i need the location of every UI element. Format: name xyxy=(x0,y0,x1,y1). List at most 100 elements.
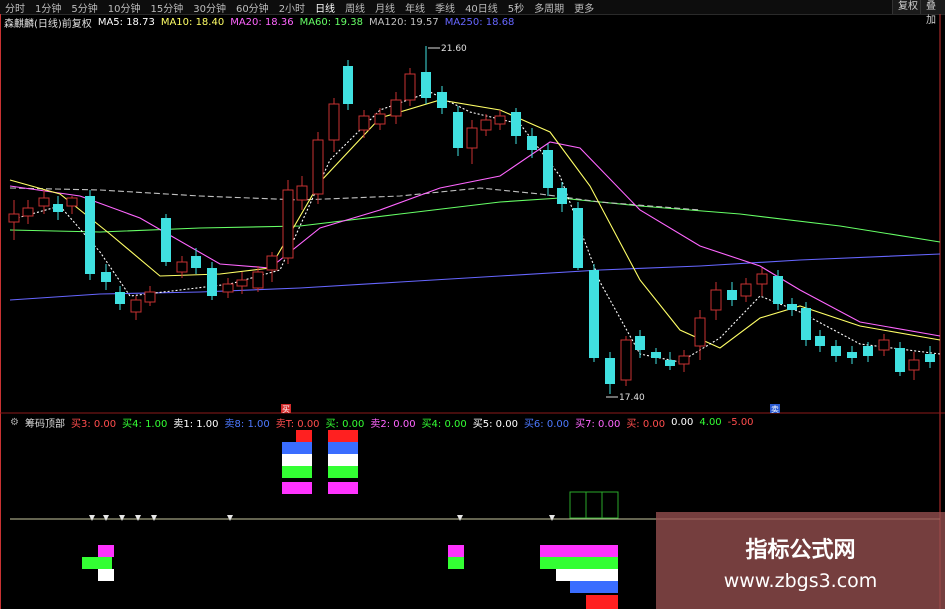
candle-body xyxy=(801,308,811,340)
signal-marker xyxy=(135,515,141,521)
candle-body xyxy=(787,304,797,310)
indicator-value-8: 买5: 0.00 xyxy=(472,418,518,430)
signal-marker xyxy=(151,515,157,521)
indicator-block-green xyxy=(82,557,112,569)
candle-body xyxy=(176,261,188,273)
indicator-block-red xyxy=(586,595,618,609)
watermark: 指标公式网 www.zbgs3.com xyxy=(656,512,945,609)
candle-body xyxy=(895,348,905,372)
watermark-title: 指标公式网 xyxy=(745,538,856,563)
indicator-block-magenta xyxy=(448,545,464,557)
candle-body xyxy=(527,136,537,150)
candle-body xyxy=(773,276,783,304)
candle-body xyxy=(266,255,278,271)
candle-body xyxy=(678,355,690,365)
candle-body xyxy=(207,268,217,296)
signal-marker xyxy=(227,515,233,521)
signal-marker xyxy=(89,515,95,521)
candle-body xyxy=(925,354,935,362)
indicator-value-10: 买7: 0.00 xyxy=(575,418,621,430)
candle-body xyxy=(312,139,324,195)
candle-body xyxy=(296,185,308,201)
indicator-block-magenta xyxy=(98,545,114,557)
indicator-block-green xyxy=(328,466,358,478)
candle-body xyxy=(573,208,583,268)
candle-body xyxy=(543,150,553,188)
ma60-line xyxy=(9,197,941,243)
candle-body xyxy=(620,339,632,381)
candle-body xyxy=(22,207,34,217)
signal-marker xyxy=(103,515,109,521)
candle-body xyxy=(831,346,841,356)
signal-marker xyxy=(119,515,125,521)
candle-body xyxy=(756,273,768,285)
candle-body xyxy=(252,271,264,289)
indicator-value-14: -5.00 xyxy=(727,416,754,428)
indicator-block-magenta xyxy=(282,482,312,494)
candle-body xyxy=(101,272,111,282)
candle-body xyxy=(878,339,890,351)
indicator-value-11: 买: 0.00 xyxy=(626,418,666,430)
indicator-block-green xyxy=(448,557,464,569)
sell-marker-label: 卖 xyxy=(771,405,779,414)
candle-body xyxy=(635,336,645,350)
candle-body xyxy=(480,119,492,131)
indicator-block-magenta xyxy=(328,482,358,494)
indicator-block-red xyxy=(296,430,312,442)
candle-body xyxy=(161,218,171,262)
candle-body xyxy=(130,299,142,313)
watermark-url: www.zbgs3.com xyxy=(723,570,878,592)
candle-body xyxy=(358,115,370,131)
indicator-outline-column xyxy=(569,491,587,519)
candle-body xyxy=(710,289,722,311)
indicator-block-red xyxy=(328,430,358,442)
indicator-value-7: 买4: 0.00 xyxy=(421,418,467,430)
indicator-block-white xyxy=(556,569,618,581)
candle-body xyxy=(908,359,920,371)
candlesticks xyxy=(8,46,935,394)
candle-body xyxy=(740,283,752,297)
candle-body xyxy=(222,283,234,293)
candle-body xyxy=(847,352,857,358)
indicator-value-3: 卖8: 1.00 xyxy=(224,418,270,430)
candle-body xyxy=(85,196,95,274)
candle-body xyxy=(815,336,825,346)
indicator-value-12: 0.00 xyxy=(671,416,694,428)
indicator-block-green xyxy=(282,466,312,478)
candle-body xyxy=(421,72,431,98)
high-price-annotation: 21.60 xyxy=(428,44,467,54)
candle-body xyxy=(8,213,20,223)
signal-marker xyxy=(549,515,555,521)
indicator-block-white xyxy=(282,454,312,466)
candle-body xyxy=(494,115,506,125)
indicator-block-magenta xyxy=(540,545,618,557)
indicator-value-13: 4.00 xyxy=(699,416,722,428)
buy-marker-label: 买 xyxy=(282,405,290,414)
candle-body xyxy=(191,256,201,268)
indicator-settings-icon[interactable]: ⚙ xyxy=(10,417,19,428)
indicator-block-white xyxy=(328,454,358,466)
candle-body xyxy=(115,292,125,304)
candle-body xyxy=(343,66,353,104)
candle-body xyxy=(511,112,521,136)
candle-body xyxy=(66,197,78,207)
indicator-title: 筹码顶部 xyxy=(24,418,65,430)
candle-body xyxy=(665,360,675,366)
indicator-value-6: 卖2: 0.00 xyxy=(370,418,416,430)
indicator-value-5: 买: 0.00 xyxy=(325,418,365,430)
high-price-label: 21.60 xyxy=(441,44,467,54)
candle-body xyxy=(53,204,63,212)
indicator-outline-column xyxy=(585,491,603,519)
candle-body xyxy=(727,290,737,300)
ma20-line xyxy=(9,141,941,337)
candle-body xyxy=(605,358,615,384)
indicator-block-white xyxy=(98,569,114,581)
indicator-block-green xyxy=(540,557,618,569)
candle-body xyxy=(374,113,386,125)
low-price-label: 17.40 xyxy=(619,393,645,403)
indicator-value-1: 买4: 1.00 xyxy=(122,418,168,430)
candle-body xyxy=(651,352,661,358)
indicator-legend: ⚙ 筹码顶部 买3: 0.00 买4: 1.00 卖1: 1.00 卖8: 1.00 卖… xyxy=(10,415,760,430)
indicator-value-2: 卖1: 1.00 xyxy=(173,418,219,430)
indicator-value-4: 卖T: 0.00 xyxy=(275,418,320,430)
